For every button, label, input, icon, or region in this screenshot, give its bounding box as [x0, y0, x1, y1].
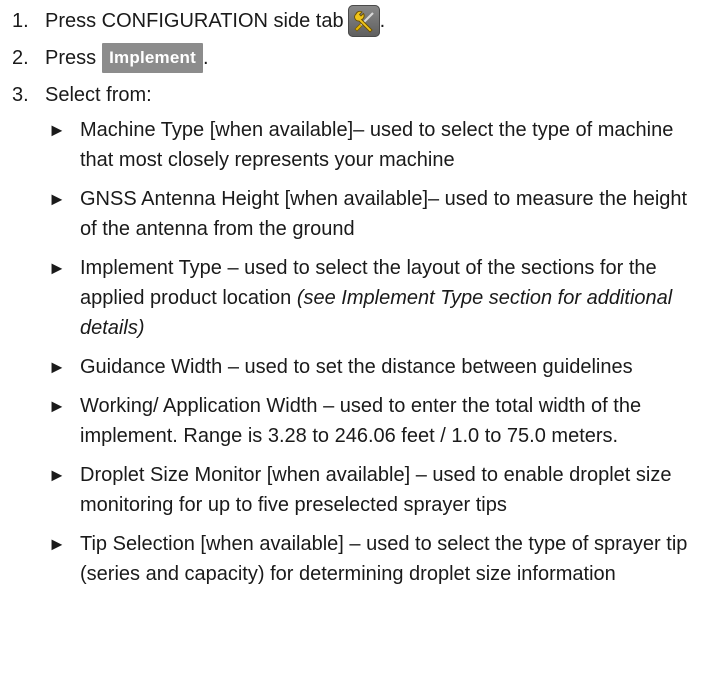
bullet-arrow-icon: ►	[48, 396, 66, 416]
list-item: ► Machine Type [when available]– used to…	[0, 115, 707, 175]
instruction-document: 1. Press CONFIGURATION side tab . 2. Pre…	[0, 0, 707, 589]
step-number: 2.	[12, 46, 29, 69]
list-item: ► Working/ Application Width – used to e…	[0, 391, 707, 451]
step-text: Select from:	[45, 83, 152, 106]
step-label: Press CONFIGURATION side tab	[45, 9, 344, 32]
bullet-arrow-icon: ►	[48, 120, 66, 140]
step-text: Press Implement .	[45, 42, 209, 73]
step-1: 1. Press CONFIGURATION side tab .	[0, 2, 707, 39]
bullet-arrow-icon: ►	[48, 534, 66, 554]
step-label: Press	[45, 46, 97, 69]
bullet-arrow-icon: ►	[48, 189, 66, 209]
list-item: ► GNSS Antenna Height [when available]– …	[0, 184, 707, 244]
list-item: ► Guidance Width – used to set the dista…	[0, 352, 707, 382]
item-text: Working/ Application Width – used to ent…	[80, 395, 642, 447]
bullet-arrow-icon: ►	[48, 357, 66, 377]
list-item: ► Droplet Size Monitor [when available] …	[0, 460, 707, 520]
step-number: 3.	[12, 83, 29, 106]
item-text: Machine Type [when available]– used to s…	[80, 119, 674, 171]
item-text: Tip Selection [when available] – used to…	[80, 533, 688, 585]
bullet-arrow-icon: ►	[48, 465, 66, 485]
list-item: ► Implement Type – used to select the la…	[0, 253, 707, 343]
item-text: GNSS Antenna Height [when available]– us…	[80, 188, 688, 240]
step-text: Press CONFIGURATION side tab .	[45, 4, 386, 37]
option-list: ► Machine Type [when available]– used to…	[0, 115, 707, 589]
item-text: Droplet Size Monitor [when available] – …	[80, 464, 672, 516]
step-2: 2. Press Implement .	[0, 39, 707, 76]
item-text: Guidance Width – used to set the distanc…	[80, 356, 633, 378]
list-item: ► Tip Selection [when available] – used …	[0, 529, 707, 589]
wrench-screwdriver-icon	[347, 4, 380, 37]
step-number: 1.	[12, 9, 29, 32]
step-suffix: .	[379, 9, 386, 32]
bullet-arrow-icon: ►	[48, 258, 66, 278]
step-3: 3. Select from:	[0, 76, 707, 113]
implement-button: Implement	[102, 42, 203, 73]
step-suffix: .	[202, 46, 209, 69]
